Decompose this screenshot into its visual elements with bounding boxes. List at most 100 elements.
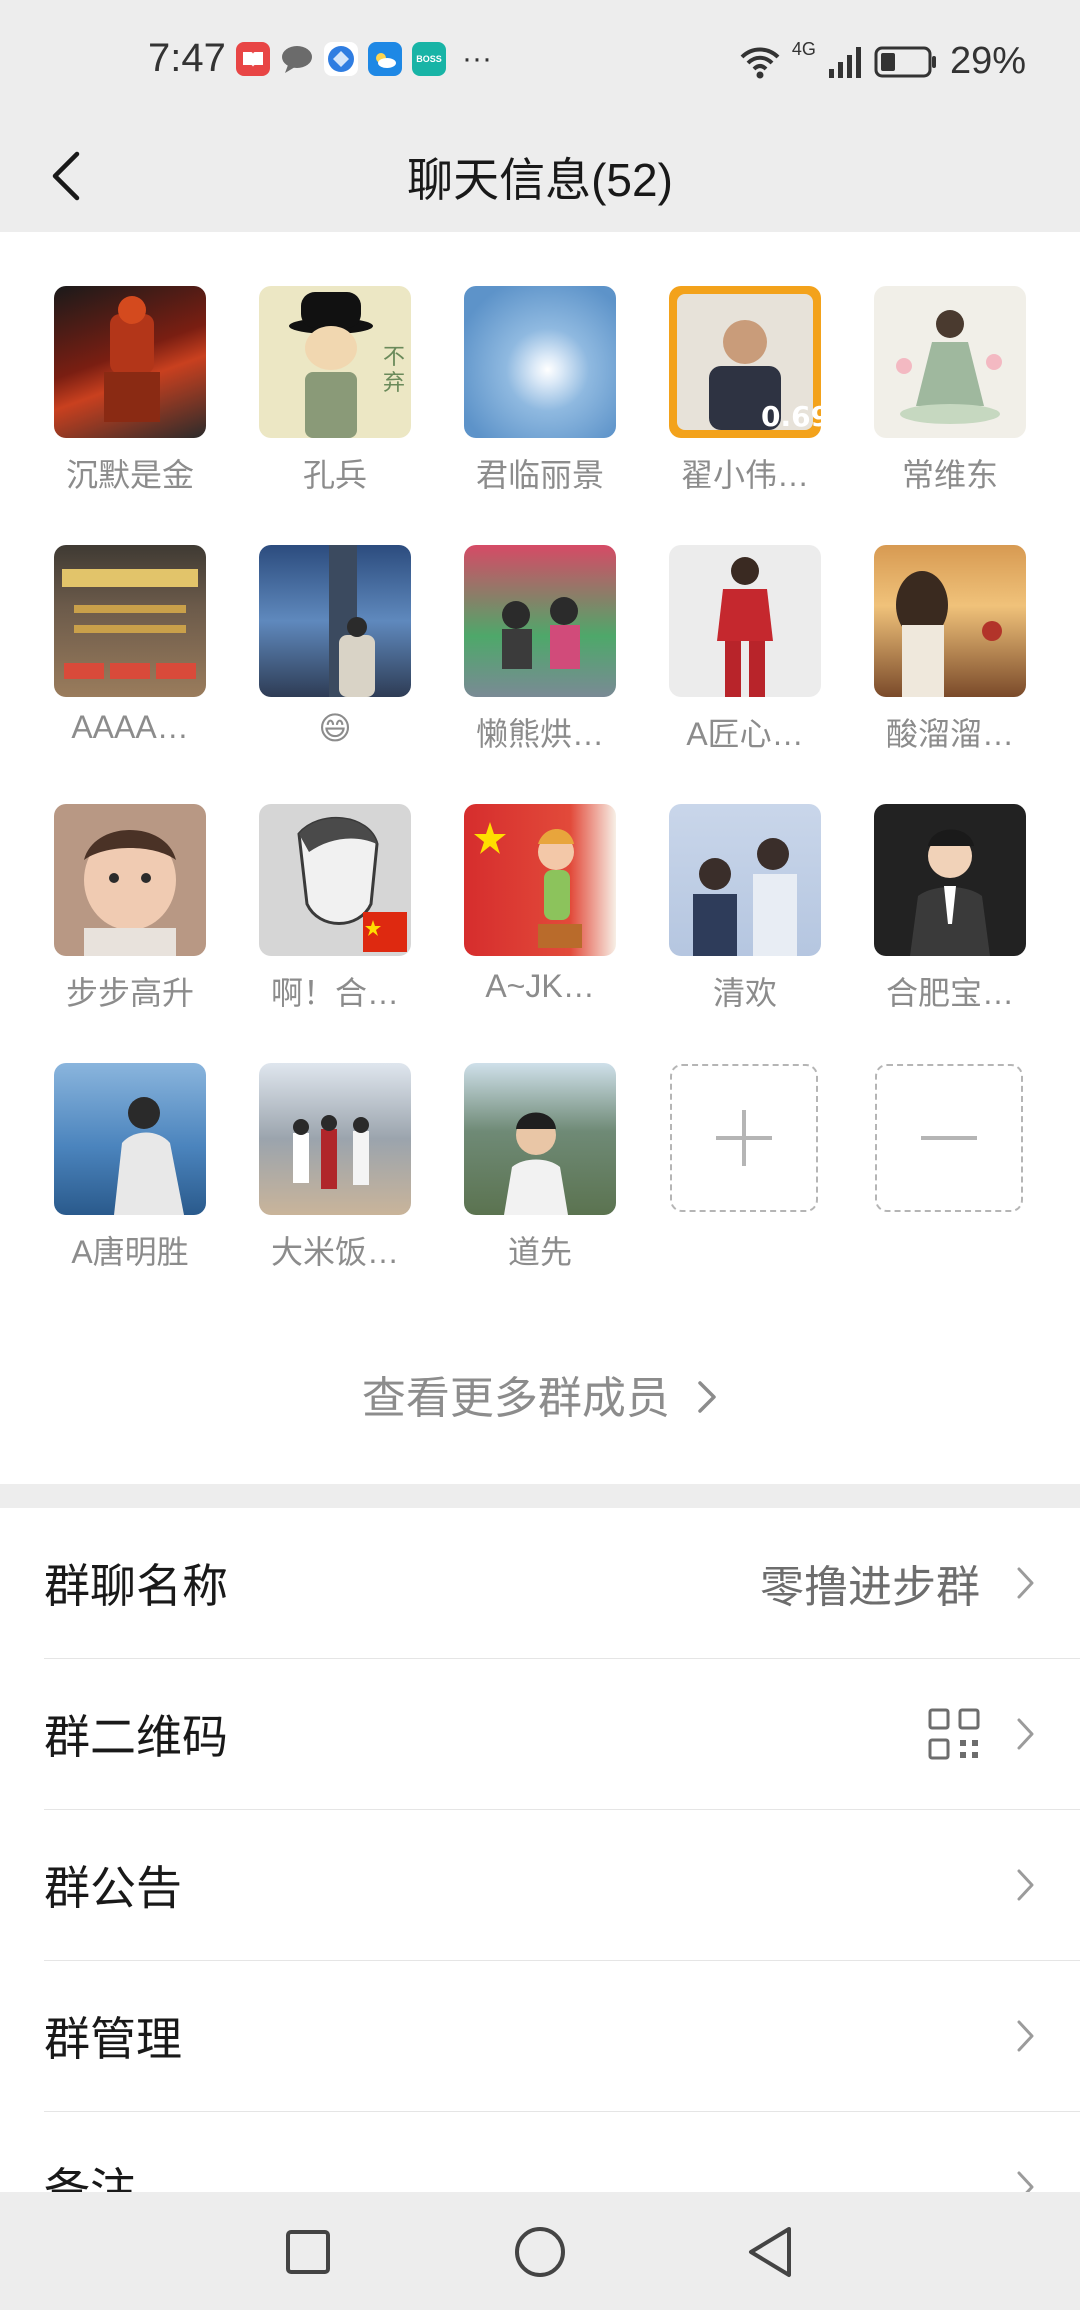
triangle-back-icon	[749, 2227, 791, 2277]
member-name: 清欢	[712, 975, 777, 1011]
home-button[interactable]	[500, 2212, 580, 2292]
member-avatar	[874, 545, 1026, 697]
member-avatar	[54, 286, 206, 438]
member-avatar	[669, 545, 821, 697]
status-time: 7:47	[148, 36, 226, 80]
member-avatar	[259, 804, 411, 956]
member-name: 翟小伟…	[680, 457, 809, 493]
member-avatar	[259, 545, 411, 697]
chevron-right-icon	[1017, 1567, 1034, 1599]
member-name: AAAA…	[71, 709, 189, 745]
member-name: 懒熊烘…	[475, 716, 604, 752]
group-name-label: 群聊名称	[44, 1560, 228, 1612]
nav-bar: 聊天信息(52)	[0, 120, 1080, 232]
member-item[interactable]: 大米饭…	[259, 1063, 411, 1273]
member-name: A唐明胜	[71, 1234, 189, 1270]
remove-member-button[interactable]	[875, 1064, 1023, 1212]
qr-code-label: 群二维码	[44, 1711, 228, 1763]
system-nav-bar	[0, 2192, 1080, 2310]
browser-icon	[324, 42, 358, 76]
group-name-row[interactable]: 群聊名称 零撸进步群	[0, 1508, 1080, 1658]
circle-icon	[515, 2227, 565, 2277]
svg-text:弃: 弃	[383, 371, 405, 396]
status-right: 4G 29%	[740, 39, 1026, 83]
square-icon	[286, 2230, 330, 2274]
member-item[interactable]: 😄	[259, 545, 411, 747]
recent-apps-button[interactable]	[268, 2212, 348, 2292]
member-avatar	[464, 804, 616, 956]
member-name: 大米饭…	[270, 1234, 399, 1270]
management-label: 群管理	[44, 2013, 182, 2065]
chevron-right-icon	[1017, 2020, 1034, 2052]
qr-code-icon	[928, 1708, 980, 1760]
member-item[interactable]: 道先	[464, 1063, 616, 1273]
member-item[interactable]: 沉默是金	[54, 286, 206, 496]
member-name: 孔兵	[302, 457, 367, 493]
status-more-icon: ···	[462, 42, 492, 75]
member-item[interactable]: 啊！合…	[259, 804, 411, 1014]
back-nav-button[interactable]	[730, 2212, 810, 2292]
plus-icon	[716, 1110, 772, 1166]
member-item[interactable]: A唐明胜	[54, 1063, 206, 1273]
announcement-label: 群公告	[44, 1862, 182, 1914]
network-type: 4G	[791, 39, 816, 59]
member-item[interactable]: 清欢	[669, 804, 821, 1014]
weather-app-icon	[368, 42, 402, 76]
status-app-icons: BOSS ···	[236, 42, 492, 76]
member-name: 常维东	[901, 457, 998, 493]
member-item[interactable]: A匠心…	[669, 545, 821, 755]
member-name: 道先	[507, 1234, 572, 1270]
member-item[interactable]: A~JK…	[464, 804, 616, 1005]
member-name: 啊！合…	[270, 975, 399, 1011]
member-item[interactable]: 君临丽景	[464, 286, 616, 496]
management-row[interactable]: 群管理	[0, 1961, 1080, 2111]
member-avatar	[874, 286, 1026, 438]
member-name: 沉默是金	[65, 457, 194, 493]
book-app-icon	[236, 42, 270, 76]
add-member-button[interactable]	[670, 1064, 818, 1212]
member-avatar: 0.69	[669, 286, 821, 438]
member-item[interactable]: 懒熊烘…	[464, 545, 616, 755]
announcement-row[interactable]: 群公告	[0, 1810, 1080, 1960]
group-name-value: 零撸进步群	[760, 1563, 980, 1612]
qr-code-row[interactable]: 群二维码	[0, 1659, 1080, 1809]
chat-bubble-icon	[280, 42, 314, 76]
member-item[interactable]: 0.69 翟小伟…	[669, 286, 821, 496]
member-avatar	[54, 545, 206, 697]
minus-icon	[921, 1136, 977, 1140]
chevron-right-icon	[1017, 1718, 1034, 1750]
status-bar: 7:47 BOSS ··· 4G 29%	[0, 0, 1080, 120]
chevron-right-icon	[698, 1381, 716, 1413]
view-more-label: 查看更多群成员	[361, 1374, 670, 1423]
svg-text:0.69: 0.69	[761, 400, 821, 433]
settings-list: 群聊名称 零撸进步群 群二维码 群公告 群管理 备注	[0, 1508, 1080, 2220]
member-item[interactable]: 不弃 孔兵	[259, 286, 411, 496]
wifi-icon	[740, 47, 780, 78]
boss-app-icon: BOSS	[412, 42, 446, 76]
member-avatar	[669, 804, 821, 956]
member-item[interactable]: AAAA…	[54, 545, 206, 746]
member-name: 步步高升	[65, 975, 194, 1011]
battery-icon	[874, 46, 936, 77]
member-name: 酸溜溜…	[885, 716, 1014, 752]
member-item[interactable]: 常维东	[874, 286, 1026, 496]
member-avatar	[54, 804, 206, 956]
member-name: A匠心…	[686, 716, 804, 752]
member-avatar	[464, 1063, 616, 1215]
member-item[interactable]: 酸溜溜…	[874, 545, 1026, 755]
member-avatar	[464, 286, 616, 438]
member-name: 君临丽景	[475, 457, 604, 493]
member-name: 合肥宝…	[885, 975, 1014, 1011]
member-name: 😄	[318, 710, 352, 746]
member-item[interactable]: 步步高升	[54, 804, 206, 1014]
member-avatar	[464, 545, 616, 697]
member-item[interactable]: 合肥宝…	[874, 804, 1026, 1014]
signal-icon	[828, 46, 861, 78]
view-more-members-link[interactable]: 查看更多群成员	[0, 1362, 1080, 1426]
member-avatar: 不弃	[259, 286, 411, 438]
member-avatar	[259, 1063, 411, 1215]
members-panel: 沉默是金 不弃 孔兵 君临丽景 0.69 翟小伟… 常维东 AAAA… 😄 懒熊…	[0, 232, 1080, 1484]
svg-text:不: 不	[383, 345, 405, 370]
member-name: A~JK…	[485, 968, 595, 1004]
member-avatar	[874, 804, 1026, 956]
